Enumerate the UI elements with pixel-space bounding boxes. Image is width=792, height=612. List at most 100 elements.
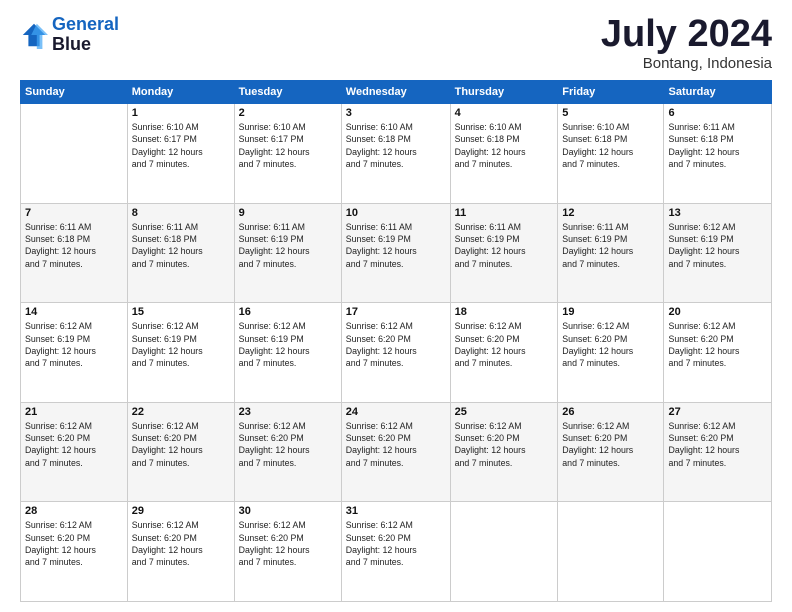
week-row-1: 1 Sunrise: 6:10 AMSunset: 6:17 PMDaylight… xyxy=(21,104,772,204)
table-cell: 20 Sunrise: 6:12 AMSunset: 6:20 PMDayligh… xyxy=(664,303,772,403)
table-cell: 7 Sunrise: 6:11 AMSunset: 6:18 PMDaylight… xyxy=(21,203,128,303)
table-cell: 25Sunrise: 6:12 AMSunset: 6:20 PMDayligh… xyxy=(450,402,558,502)
day-info: Sunrise: 6:11 AMSunset: 6:19 PMDaylight:… xyxy=(346,221,446,270)
days-header-row: Sunday Monday Tuesday Wednesday Thursday… xyxy=(21,81,772,104)
day-number: 16 xyxy=(239,306,337,318)
header-tuesday: Tuesday xyxy=(234,81,341,104)
table-cell: 6 Sunrise: 6:11 AMSunset: 6:18 PMDaylight… xyxy=(664,104,772,204)
logo: General Blue xyxy=(20,15,119,55)
day-number: 15 xyxy=(132,306,230,318)
day-number: 17 xyxy=(346,306,446,318)
day-number: 9 xyxy=(239,207,337,219)
table-cell: 24Sunrise: 6:12 AMSunset: 6:20 PMDayligh… xyxy=(341,402,450,502)
header-wednesday: Wednesday xyxy=(341,81,450,104)
day-info: Sunrise: 6:11 AMSunset: 6:19 PMDaylight:… xyxy=(562,221,659,270)
table-cell xyxy=(21,104,128,204)
table-cell: 9 Sunrise: 6:11 AMSunset: 6:19 PMDaylight… xyxy=(234,203,341,303)
week-row-4: 21 Sunrise: 6:12 AMSunset: 6:20 PMDayligh… xyxy=(21,402,772,502)
table-cell: 27Sunrise: 6:12 AMSunset: 6:20 PMDayligh… xyxy=(664,402,772,502)
table-cell: 31Sunrise: 6:12 AMSunset: 6:20 PMDayligh… xyxy=(341,502,450,602)
table-cell: 13Sunrise: 6:12 AMSunset: 6:19 PMDayligh… xyxy=(664,203,772,303)
day-info: Sunrise: 6:12 AMSunset: 6:20 PMDaylight:… xyxy=(562,420,659,469)
day-number: 23 xyxy=(239,406,337,418)
day-number: 26 xyxy=(562,406,659,418)
day-info: Sunrise: 6:12 AMSunset: 6:20 PMDaylight:… xyxy=(25,519,123,568)
day-info: Sunrise: 6:12 AMSunset: 6:20 PMDaylight:… xyxy=(562,320,659,369)
day-info: Sunrise: 6:10 AMSunset: 6:18 PMDaylight:… xyxy=(455,121,554,170)
header: General Blue July 2024 Bontang, Indonesi… xyxy=(20,15,772,72)
day-info: Sunrise: 6:10 AMSunset: 6:17 PMDaylight:… xyxy=(132,121,230,170)
table-cell: 22 Sunrise: 6:12 AMSunset: 6:20 PMDayligh… xyxy=(127,402,234,502)
header-sunday: Sunday xyxy=(21,81,128,104)
day-number: 7 xyxy=(25,207,123,219)
day-number: 19 xyxy=(562,306,659,318)
day-info: Sunrise: 6:12 AMSunset: 6:20 PMDaylight:… xyxy=(239,519,337,568)
table-cell: 2Sunrise: 6:10 AMSunset: 6:17 PMDaylight… xyxy=(234,104,341,204)
table-cell: 14 Sunrise: 6:12 AMSunset: 6:19 PMDayligh… xyxy=(21,303,128,403)
week-row-3: 14 Sunrise: 6:12 AMSunset: 6:19 PMDayligh… xyxy=(21,303,772,403)
day-number: 20 xyxy=(668,306,767,318)
day-number: 10 xyxy=(346,207,446,219)
header-thursday: Thursday xyxy=(450,81,558,104)
day-info: Sunrise: 6:12 AMSunset: 6:19 PMDaylight:… xyxy=(25,320,123,369)
day-info: Sunrise: 6:11 AMSunset: 6:18 PMDaylight:… xyxy=(25,221,123,270)
day-number: 22 xyxy=(132,406,230,418)
day-number: 5 xyxy=(562,107,659,119)
table-cell: 30Sunrise: 6:12 AMSunset: 6:20 PMDayligh… xyxy=(234,502,341,602)
day-info: Sunrise: 6:12 AMSunset: 6:20 PMDaylight:… xyxy=(346,320,446,369)
header-saturday: Saturday xyxy=(664,81,772,104)
table-cell: 29 Sunrise: 6:12 AMSunset: 6:20 PMDayligh… xyxy=(127,502,234,602)
logo-icon xyxy=(20,21,48,49)
day-number: 28 xyxy=(25,505,123,517)
day-number: 4 xyxy=(455,107,554,119)
table-cell: 11 Sunrise: 6:11 AMSunset: 6:19 PMDayligh… xyxy=(450,203,558,303)
table-cell: 28 Sunrise: 6:12 AMSunset: 6:20 PMDayligh… xyxy=(21,502,128,602)
page: General Blue July 2024 Bontang, Indonesi… xyxy=(0,0,792,612)
day-number: 6 xyxy=(668,107,767,119)
day-info: Sunrise: 6:11 AMSunset: 6:19 PMDaylight:… xyxy=(455,221,554,270)
logo-text: General Blue xyxy=(52,15,119,55)
table-cell: 4 Sunrise: 6:10 AMSunset: 6:18 PMDaylight… xyxy=(450,104,558,204)
table-cell: 3 Sunrise: 6:10 AMSunset: 6:18 PMDaylight… xyxy=(341,104,450,204)
day-info: Sunrise: 6:12 AMSunset: 6:20 PMDaylight:… xyxy=(455,320,554,369)
day-number: 11 xyxy=(455,207,554,219)
day-info: Sunrise: 6:10 AMSunset: 6:18 PMDaylight:… xyxy=(346,121,446,170)
month-title: July 2024 xyxy=(601,15,772,53)
day-number: 8 xyxy=(132,207,230,219)
day-number: 29 xyxy=(132,505,230,517)
day-info: Sunrise: 6:11 AMSunset: 6:18 PMDaylight:… xyxy=(132,221,230,270)
table-cell: 12 Sunrise: 6:11 AMSunset: 6:19 PMDayligh… xyxy=(558,203,664,303)
table-cell: 1 Sunrise: 6:10 AMSunset: 6:17 PMDaylight… xyxy=(127,104,234,204)
day-info: Sunrise: 6:12 AMSunset: 6:20 PMDaylight:… xyxy=(239,420,337,469)
day-info: Sunrise: 6:12 AMSunset: 6:20 PMDaylight:… xyxy=(668,320,767,369)
day-info: Sunrise: 6:10 AMSunset: 6:17 PMDaylight:… xyxy=(239,121,337,170)
table-cell xyxy=(664,502,772,602)
table-cell: 23 Sunrise: 6:12 AMSunset: 6:20 PMDayligh… xyxy=(234,402,341,502)
day-info: Sunrise: 6:12 AMSunset: 6:20 PMDaylight:… xyxy=(455,420,554,469)
week-row-5: 28 Sunrise: 6:12 AMSunset: 6:20 PMDayligh… xyxy=(21,502,772,602)
calendar-table: Sunday Monday Tuesday Wednesday Thursday… xyxy=(20,80,772,602)
header-friday: Friday xyxy=(558,81,664,104)
table-cell: 10 Sunrise: 6:11 AMSunset: 6:19 PMDayligh… xyxy=(341,203,450,303)
day-number: 3 xyxy=(346,107,446,119)
day-info: Sunrise: 6:12 AMSunset: 6:19 PMDaylight:… xyxy=(239,320,337,369)
day-info: Sunrise: 6:10 AMSunset: 6:18 PMDaylight:… xyxy=(562,121,659,170)
day-number: 21 xyxy=(25,406,123,418)
day-info: Sunrise: 6:12 AMSunset: 6:20 PMDaylight:… xyxy=(132,420,230,469)
table-cell: 5 Sunrise: 6:10 AMSunset: 6:18 PMDaylight… xyxy=(558,104,664,204)
day-number: 13 xyxy=(668,207,767,219)
day-info: Sunrise: 6:11 AMSunset: 6:18 PMDaylight:… xyxy=(668,121,767,170)
day-info: Sunrise: 6:12 AMSunset: 6:20 PMDaylight:… xyxy=(25,420,123,469)
header-monday: Monday xyxy=(127,81,234,104)
day-number: 14 xyxy=(25,306,123,318)
table-cell: 16 Sunrise: 6:12 AMSunset: 6:19 PMDayligh… xyxy=(234,303,341,403)
day-info: Sunrise: 6:12 AMSunset: 6:20 PMDaylight:… xyxy=(346,519,446,568)
table-cell xyxy=(450,502,558,602)
day-info: Sunrise: 6:11 AMSunset: 6:19 PMDaylight:… xyxy=(239,221,337,270)
location-subtitle: Bontang, Indonesia xyxy=(601,55,772,72)
day-info: Sunrise: 6:12 AMSunset: 6:20 PMDaylight:… xyxy=(132,519,230,568)
day-number: 1 xyxy=(132,107,230,119)
day-number: 12 xyxy=(562,207,659,219)
table-cell: 17 Sunrise: 6:12 AMSunset: 6:20 PMDayligh… xyxy=(341,303,450,403)
day-number: 18 xyxy=(455,306,554,318)
